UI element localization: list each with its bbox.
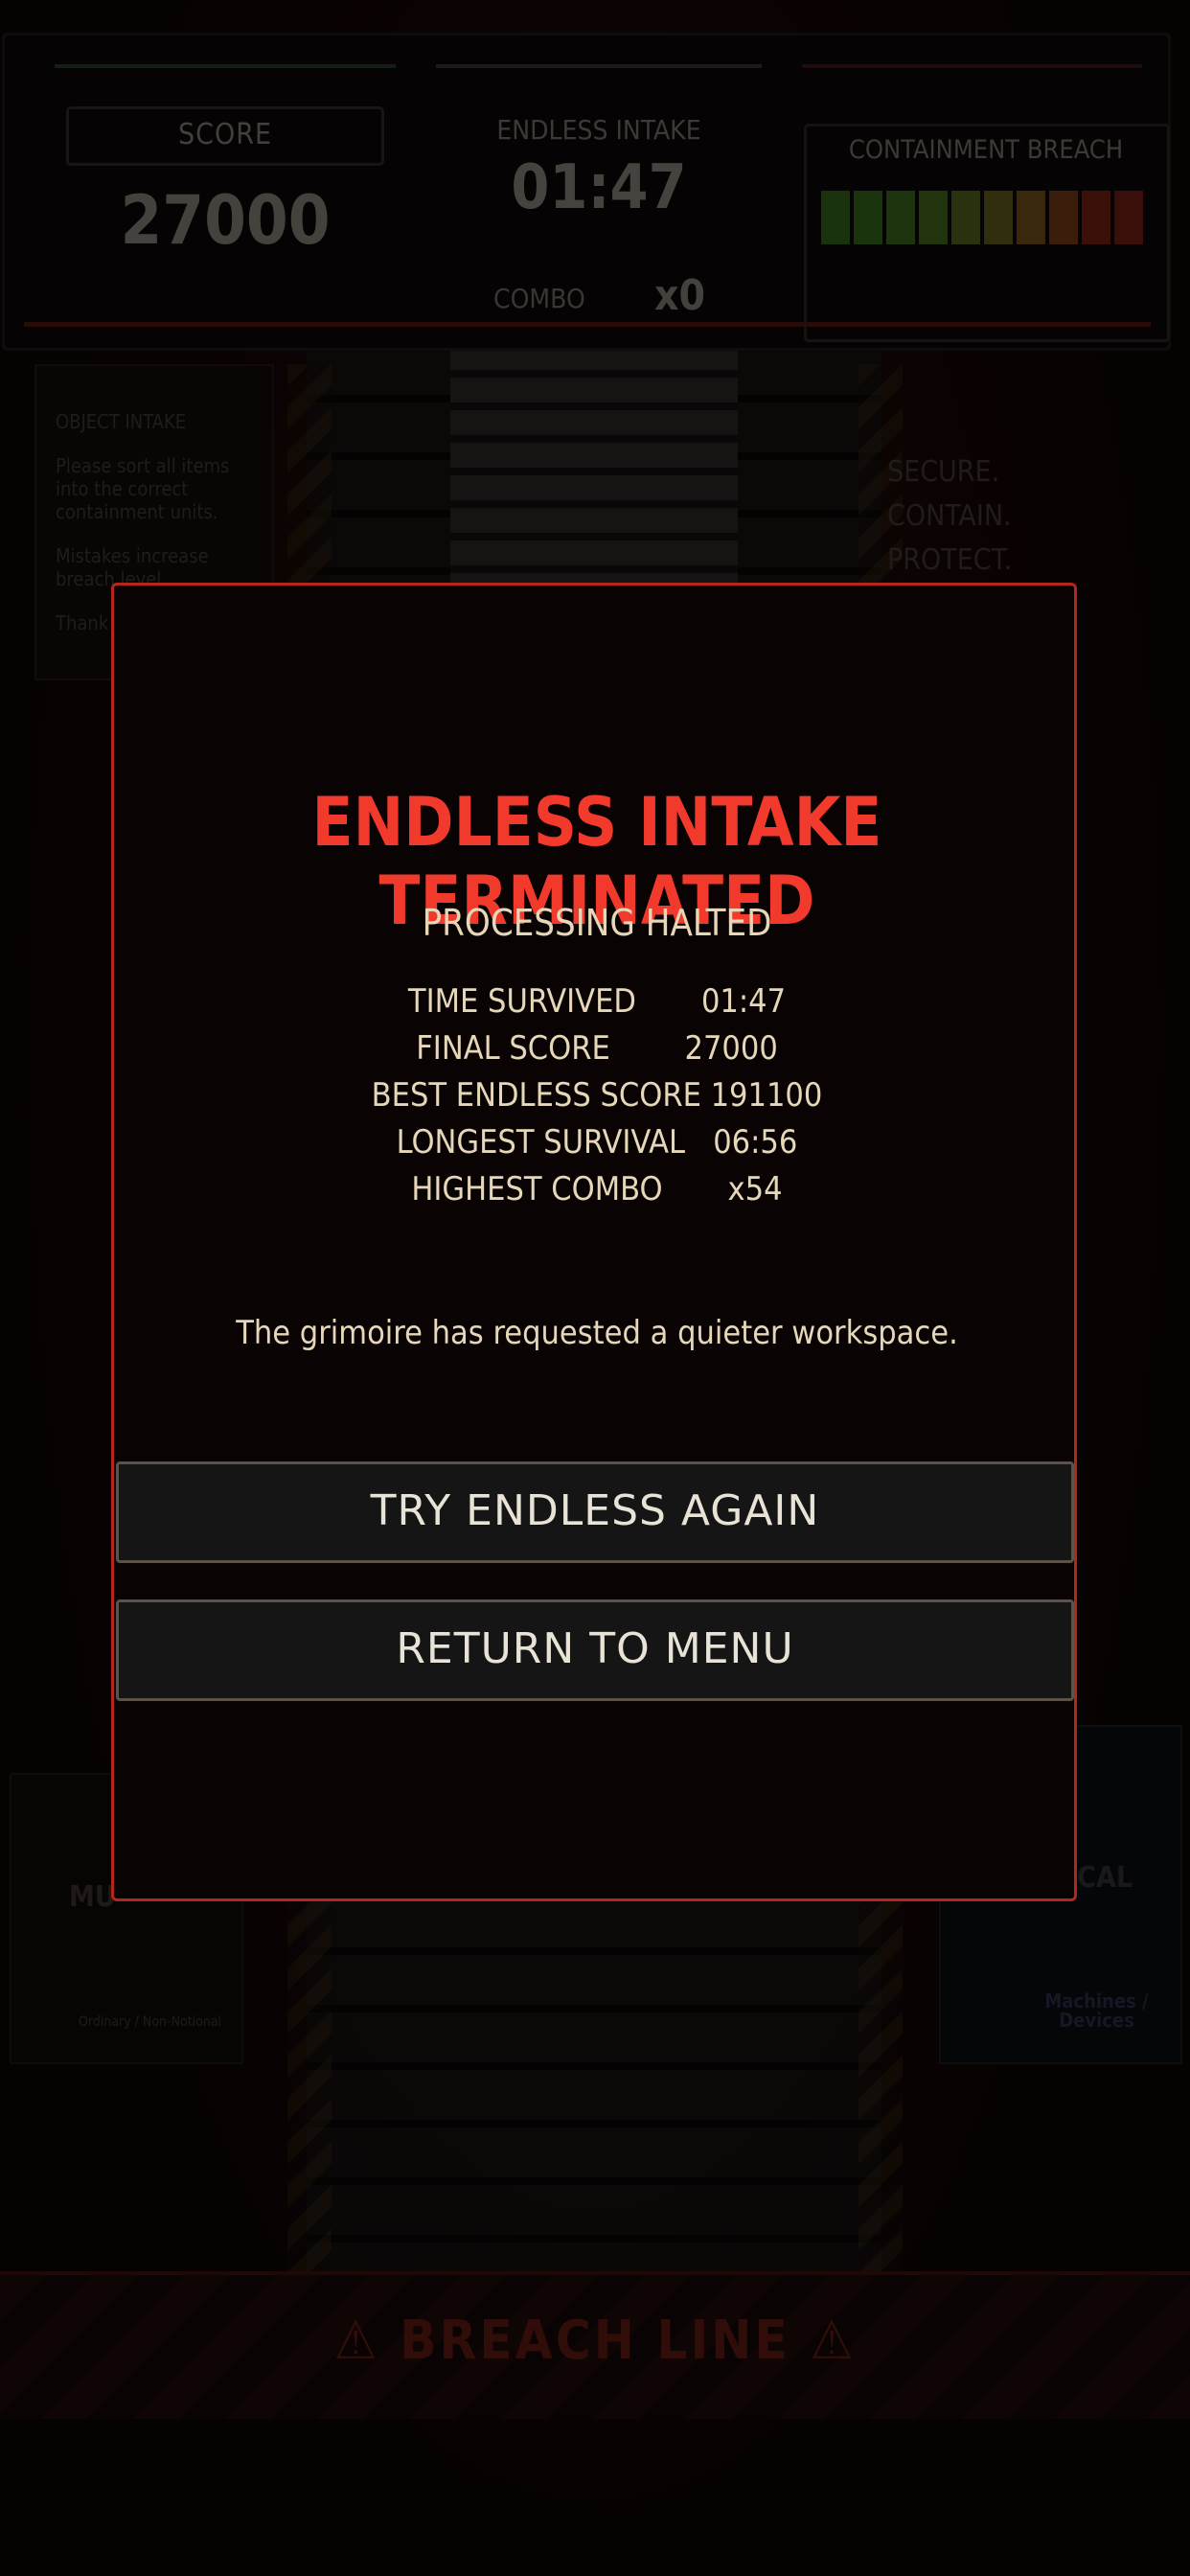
flavor-text: The grimoire has requested a quieter wor… [236,1314,958,1352]
try-endless-again-button[interactable]: TRY ENDLESS AGAIN [116,1461,1074,1563]
return-to-menu-button[interactable]: RETURN TO MENU [116,1599,1074,1701]
stat-highest-combo: HIGHEST COMBO x54 [411,1170,783,1208]
stat-longest-survival: LONGEST SURVIVAL 06:56 [396,1123,798,1162]
stat-final-score: FINAL SCORE 27000 [416,1029,778,1068]
stat-time-survived: TIME SURVIVED 01:47 [407,982,787,1021]
stats-list: TIME SURVIVED 01:47 FINAL SCORE 27000 BE… [114,978,1080,1213]
game-over-dialog: ENDLESS INTAKE TERMINATED PROCESSING HAL… [111,583,1077,1901]
stat-best-score: BEST ENDLESS SCORE 191100 [371,1076,823,1115]
dialog-subtitle: PROCESSING HALTED [422,902,772,944]
